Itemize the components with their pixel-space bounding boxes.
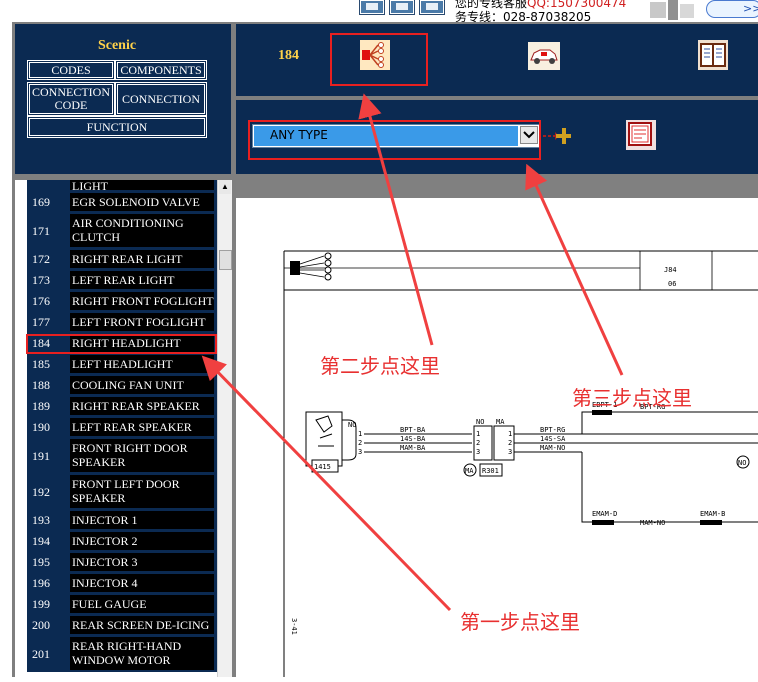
- annotation-step1: 第一步点这里: [460, 610, 580, 634]
- annotation-step3: 第三步点这里: [572, 386, 692, 410]
- arrow-step1: [201, 355, 452, 612]
- annotation-step2: 第二步点这里: [320, 354, 440, 378]
- arrow-step3: [525, 163, 624, 376]
- arrow-step2: [358, 93, 434, 346]
- annotation-arrows: [201, 93, 624, 612]
